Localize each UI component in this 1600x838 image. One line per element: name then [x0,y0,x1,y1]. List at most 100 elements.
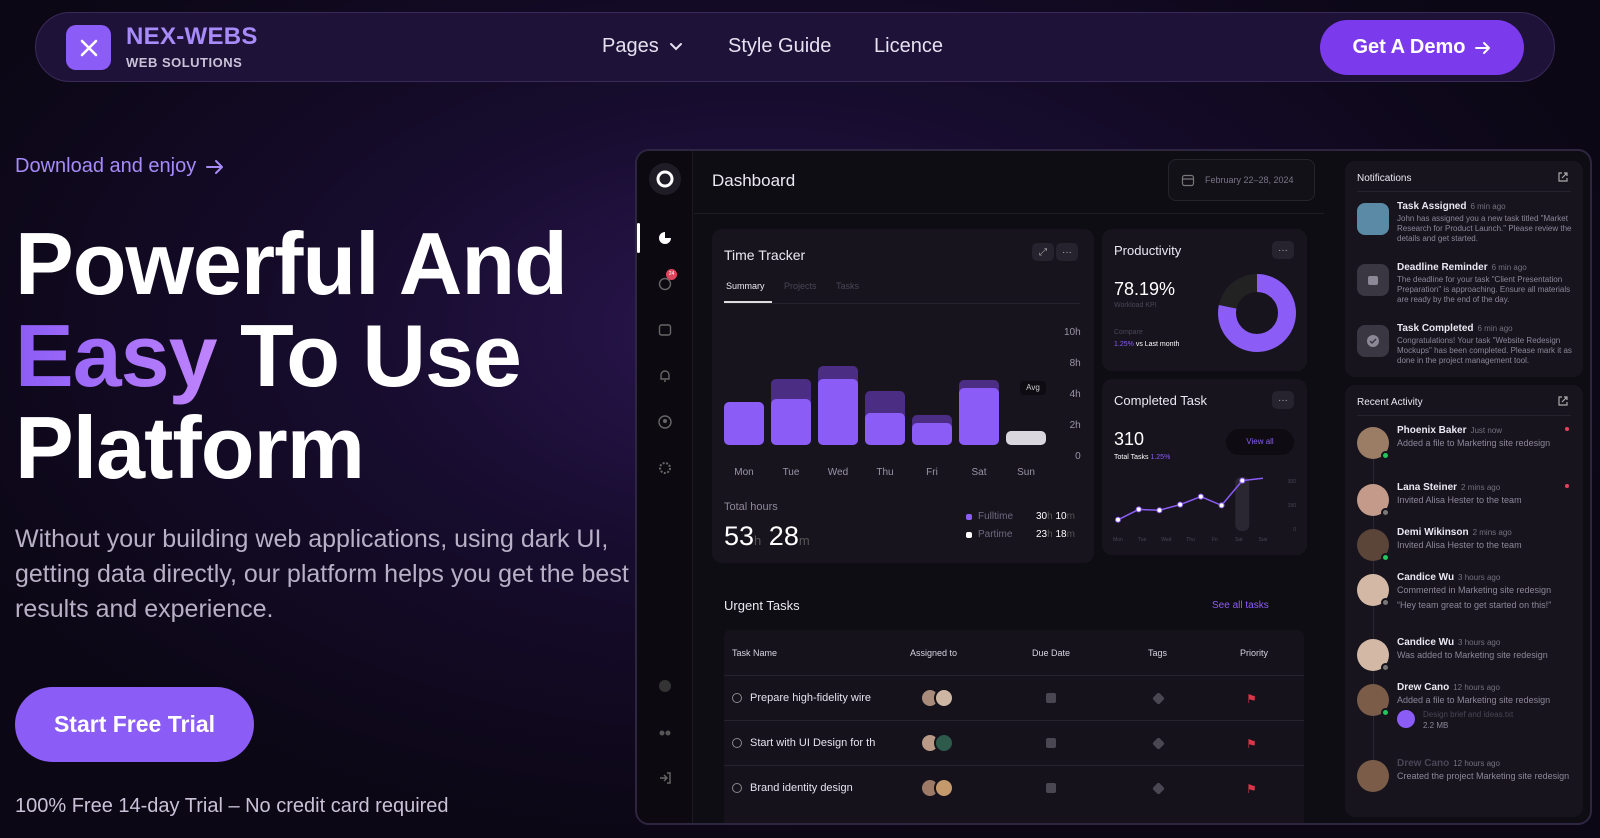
external-link-icon[interactable] [1557,171,1569,183]
flag-icon[interactable]: ⚑ [1246,737,1257,751]
more-icon[interactable]: ··· [1272,391,1294,409]
file-size: 2.2 MB [1423,721,1449,730]
y-tick-label: 300 [1288,479,1297,485]
table-row[interactable]: Prepare high-fidelity wire ⚑ [724,675,1304,720]
check-circle-icon [1357,325,1389,357]
chart-pie-icon[interactable] [656,229,674,247]
bar-worked-Mon [724,401,764,445]
line-point [1177,501,1184,508]
calendar-icon[interactable] [1046,738,1056,748]
settings-icon[interactable] [656,459,674,477]
file-name[interactable]: Design brief and ideas.txt [1423,710,1513,719]
tab-tasks[interactable]: Tasks [836,281,859,291]
tab-projects[interactable]: Projects [784,281,817,291]
line-point [1156,507,1163,514]
x-tick-label: Thu [1186,537,1195,543]
avatar [934,688,954,708]
calendar-icon [1357,264,1389,296]
bar-worked-Sat [959,388,999,445]
more-icon[interactable]: ··· [1272,241,1294,259]
logout-icon[interactable] [656,769,674,787]
time-tracker-title: Time Tracker [724,247,806,263]
calendar-icon[interactable] [1046,783,1056,793]
hero-title-line3: Platform [15,398,365,497]
tag-icon[interactable] [1152,692,1165,705]
completed-line-chart: 300 150 0 Mon Tue Wed Thu Fri Sat Sun [1113,477,1297,543]
bar-worked-Sun [1006,431,1046,445]
avg-label: Avg [1020,381,1046,395]
get-demo-button[interactable]: Get A Demo [1320,20,1524,75]
brand-tagline: WEB SOLUTIONS [126,55,243,70]
table-header: Task Name Assigned to Due Date Tags Prio… [732,648,1269,658]
task-checkbox[interactable] [732,738,742,748]
x-tick-label: Mon [734,467,754,478]
inbox-icon[interactable] [656,321,674,339]
recent-activity-title: Recent Activity [1357,397,1423,408]
logo-icon[interactable] [66,25,111,70]
more-icon[interactable]: ··· [1056,243,1078,261]
arrow-right-icon [1475,41,1491,54]
x-tick-label: Sun [1017,467,1035,478]
tab-summary[interactable]: Summary [726,281,765,291]
task-checkbox[interactable] [732,693,742,703]
task-name: Brand identity design [750,782,853,794]
x-tick-label: Fri [926,467,938,478]
brand-name[interactable]: NEX-WEBS [126,23,258,51]
file-icon[interactable] [1397,710,1415,728]
date-range-picker[interactable]: February 22–28, 2024 [1168,159,1315,201]
app-logo-icon[interactable] [649,163,681,195]
recent-activity-panel: Recent Activity Phoenix Baker Just now Ad… [1345,385,1583,817]
sidebar-badge: 24 [666,269,677,280]
nav-style-guide[interactable]: Style Guide [728,35,831,58]
y-axis-ticks: 10h 8h 4h 2h 0 [1064,327,1081,462]
tag-icon[interactable] [1152,737,1165,750]
calendar-icon[interactable] [1046,693,1056,703]
line-point [1197,493,1204,500]
download-link[interactable]: Download and enjoy [15,155,224,178]
expand-icon[interactable]: ⤢ [1032,243,1054,261]
avatar [1357,760,1389,792]
productivity-sub: Workload KPI [1114,302,1157,309]
flag-icon[interactable]: ⚑ [1246,782,1257,796]
line-point [1239,477,1246,484]
hero-title-line1: Powerful And [15,214,568,313]
view-all-button[interactable]: View all [1226,429,1294,455]
arrow-right-icon [206,159,224,174]
x-tick-label: Sun [1259,537,1268,543]
start-trial-button[interactable]: Start Free Trial [15,687,254,762]
x-tick-label: Thu [876,467,894,478]
tag-icon[interactable] [1152,782,1165,795]
highlight-column [1235,477,1250,531]
get-demo-label: Get A Demo [1352,36,1466,58]
y-tick-label: 150 [1288,503,1297,509]
notifications-title: Notifications [1357,173,1412,184]
compare-label: Compare [1114,329,1143,336]
productivity-value: 78.19% [1114,279,1176,299]
urgent-tasks-table: Task Name Assigned to Due Date Tags Prio… [724,630,1304,823]
table-row[interactable]: Start with UI Design for th ⚑ [724,720,1304,765]
calendar-icon[interactable]: 24 [656,269,677,293]
avatar [934,778,954,798]
y-tick-label: 0 [1293,527,1296,533]
user-icon[interactable] [656,413,674,431]
calendar-icon [1181,174,1195,187]
task-checkbox[interactable] [732,783,742,793]
flag-icon[interactable]: ⚑ [1246,692,1257,706]
time-tracker-chart [724,312,1046,445]
x-tick-label: Wed [827,467,849,478]
headset-icon[interactable] [656,723,674,741]
productivity-title: Productivity [1114,243,1182,258]
see-all-tasks-link[interactable]: See all tasks [1212,600,1269,611]
download-link-label: Download and enjoy [15,155,197,177]
nav-pages[interactable]: Pages [602,35,683,58]
table-row[interactable]: Brand identity design ⚑ [724,765,1304,810]
help-icon[interactable] [656,677,674,695]
urgent-tasks-title: Urgent Tasks [724,598,800,613]
bell-icon[interactable] [656,367,674,385]
x-tick-label: Sat [971,467,987,478]
nav-licence[interactable]: Licence [874,35,943,58]
hero-title: Powerful And Easy To Use Platform [15,218,655,494]
x-tick-label: Tue [1138,537,1147,543]
dashboard-title: Dashboard [712,171,796,190]
external-link-icon[interactable] [1557,395,1569,407]
